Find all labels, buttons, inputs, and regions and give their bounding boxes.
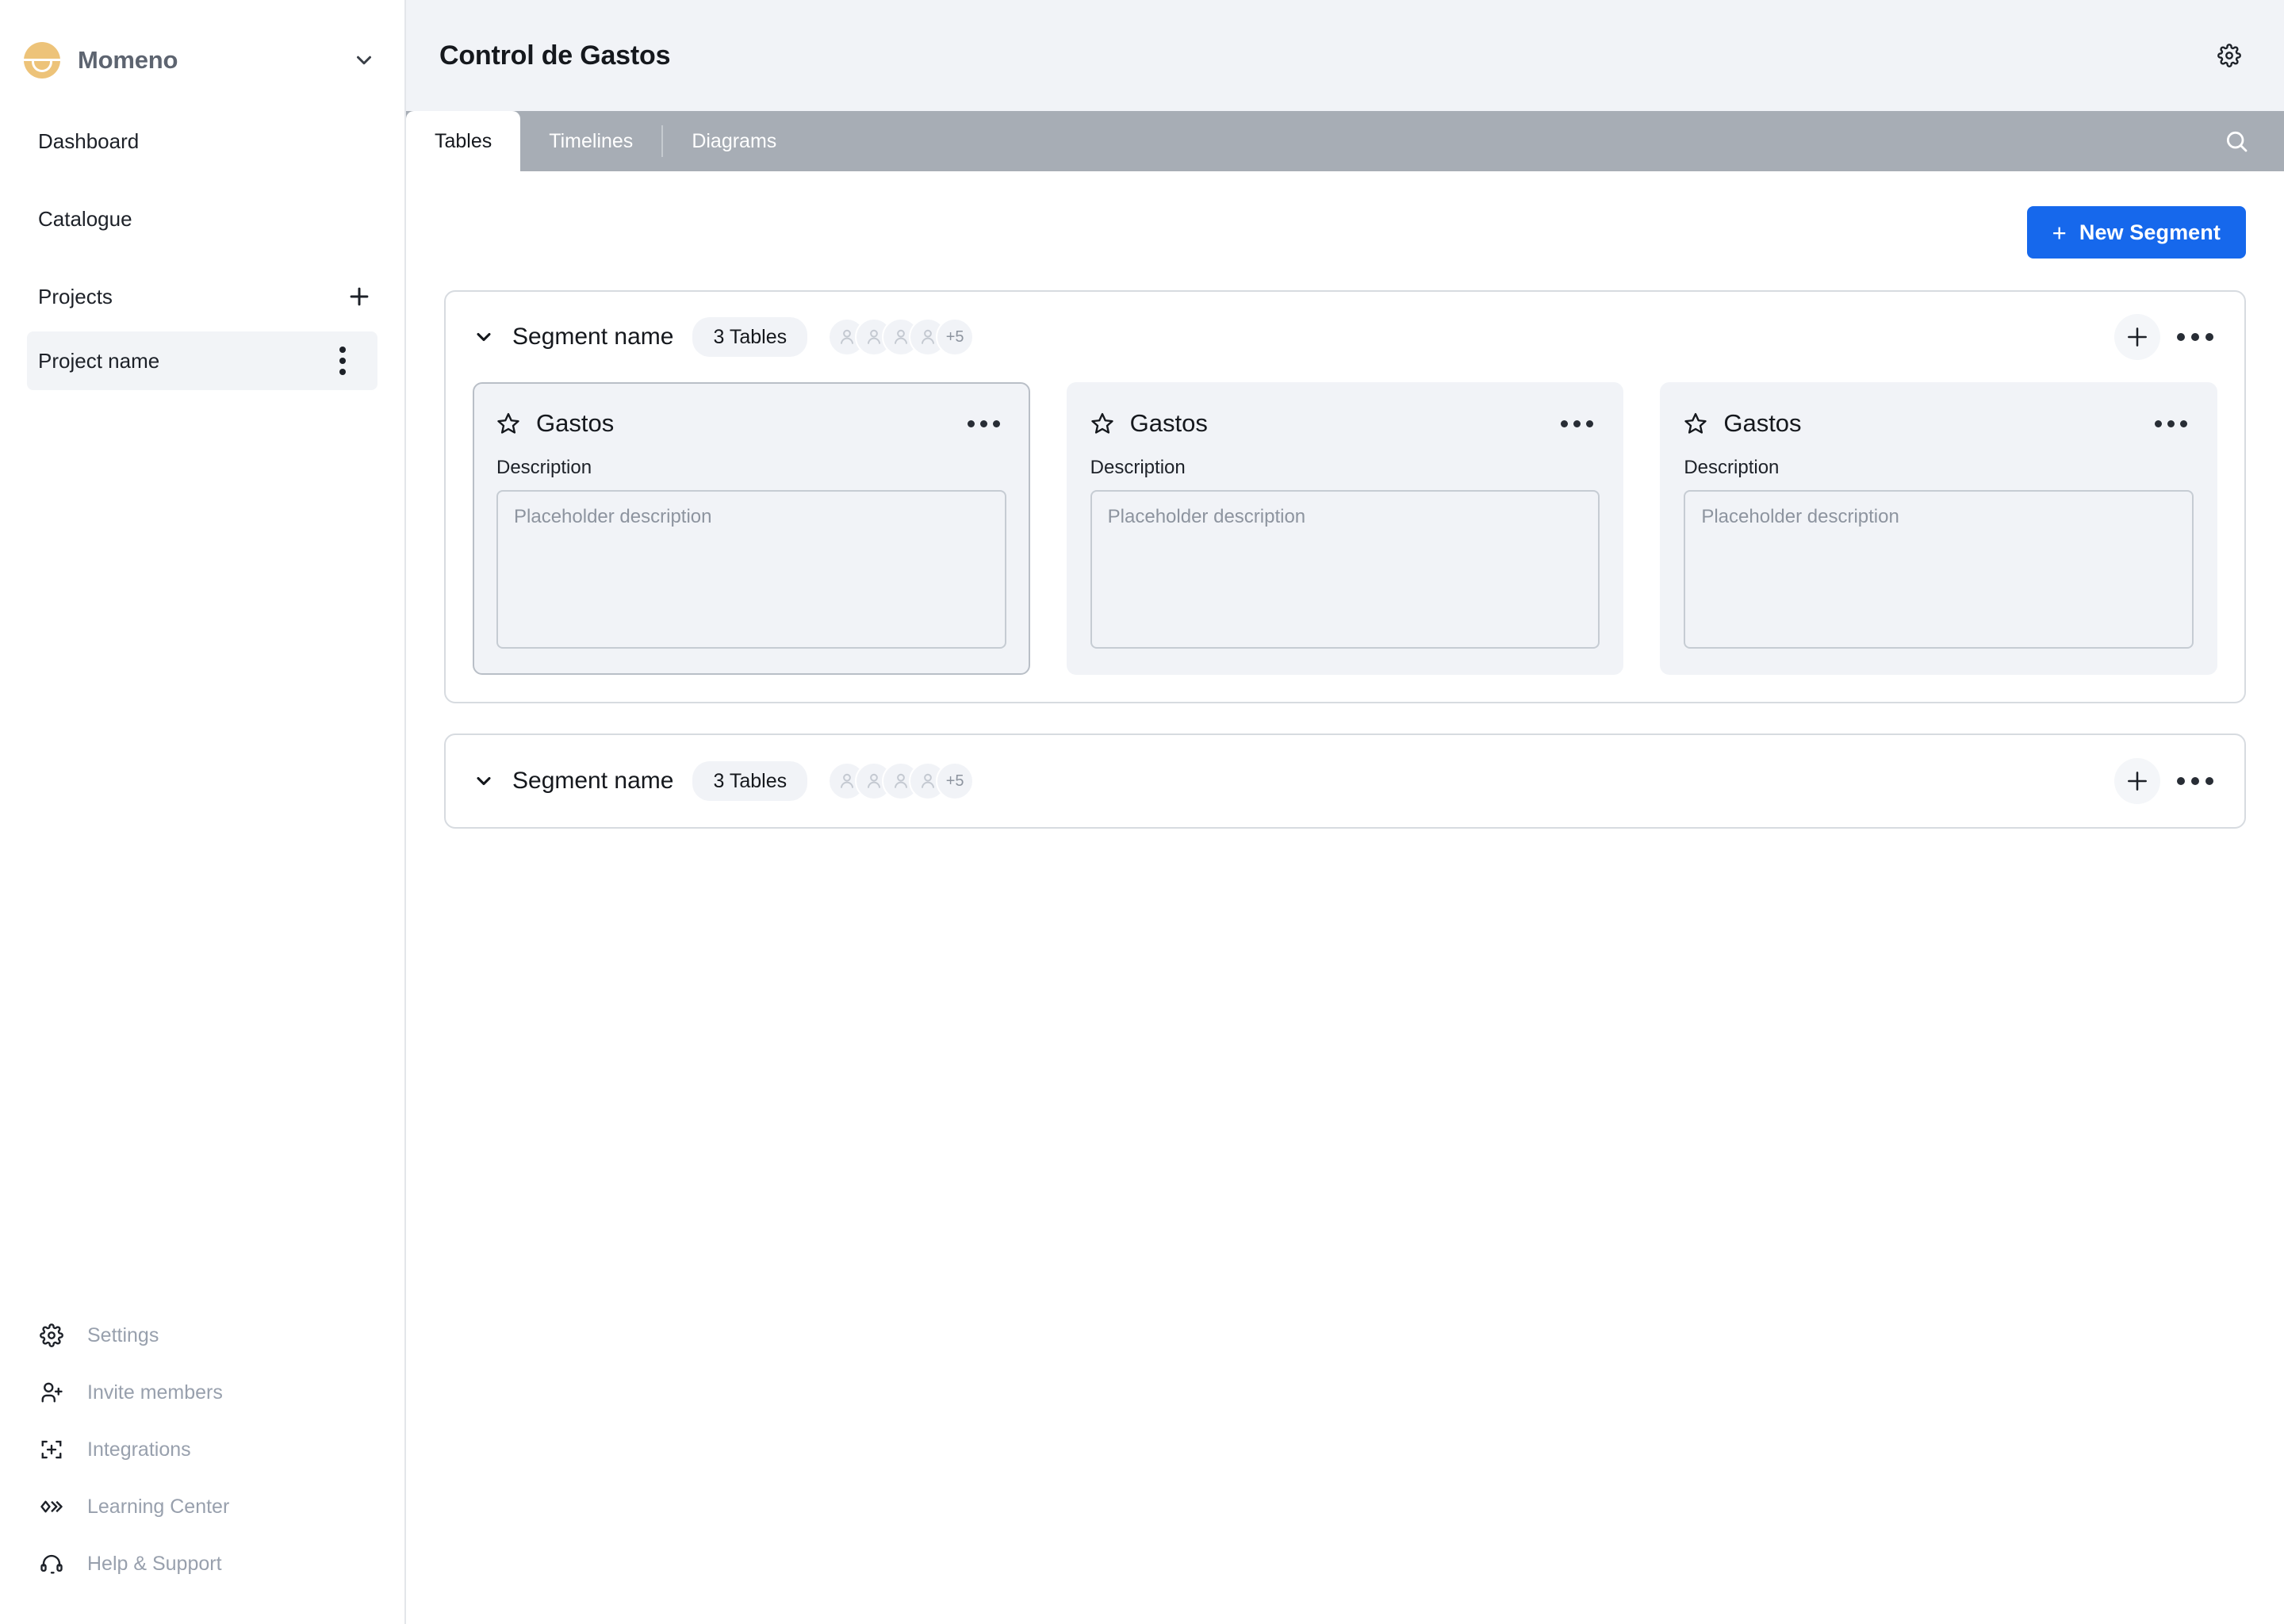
tab-label: Timelines bbox=[549, 129, 634, 152]
segment-card: Segment name 3 Tables bbox=[444, 733, 2246, 829]
avatar-stack: +5 bbox=[828, 318, 975, 356]
headset-icon bbox=[38, 1550, 65, 1577]
sidebar-item-integrations[interactable]: Integrations bbox=[0, 1421, 404, 1478]
avatar-overflow-count: +5 bbox=[936, 318, 975, 356]
sidebar-item-project-name[interactable]: Project name bbox=[27, 331, 377, 390]
description-label: Description bbox=[1090, 457, 1186, 478]
sidebar-item-dashboard[interactable]: Dashboard bbox=[0, 116, 404, 167]
projects-label: Projects bbox=[38, 284, 113, 308]
segment-actions bbox=[2114, 314, 2217, 360]
sidebar-bottom-nav: Settings Invite members Integrations Lea… bbox=[0, 1307, 404, 1624]
table-card[interactable]: Gastos Description bbox=[473, 382, 1030, 675]
main-area: Control de Gastos Tables Timelines Diagr… bbox=[406, 0, 2284, 1624]
plus-icon: + bbox=[2052, 218, 2067, 247]
tab-diagrams[interactable]: Diagrams bbox=[663, 111, 805, 171]
ellipsis-icon[interactable] bbox=[961, 414, 1006, 434]
ellipsis-icon[interactable] bbox=[2148, 414, 2194, 434]
ellipsis-icon[interactable] bbox=[2173, 315, 2217, 359]
gear-icon bbox=[38, 1322, 65, 1349]
puzzle-plus-icon bbox=[38, 1436, 65, 1463]
sidebar-item-learning-center[interactable]: Learning Center bbox=[0, 1478, 404, 1535]
content-toolbar: + New Segment bbox=[444, 171, 2246, 259]
star-outline-icon[interactable] bbox=[1090, 412, 1114, 435]
segment-header: Segment name 3 Tables +5 bbox=[446, 735, 2244, 827]
plus-icon[interactable] bbox=[2114, 314, 2160, 360]
page-title: Control de Gastos bbox=[439, 40, 671, 71]
sidebar-item-catalogue[interactable]: Catalogue bbox=[0, 193, 404, 244]
project-name-label: Project name bbox=[38, 348, 160, 373]
table-card[interactable]: Gastos Description bbox=[1066, 382, 1624, 675]
new-segment-button[interactable]: + New Segment bbox=[2026, 206, 2246, 259]
segment-header: Segment name 3 Tables +5 bbox=[446, 292, 2244, 362]
plus-icon[interactable] bbox=[2114, 758, 2160, 804]
sidebar-item-label: Invite members bbox=[87, 1381, 223, 1404]
sidebar-item-label: Learning Center bbox=[87, 1495, 230, 1518]
chevrons-play-icon bbox=[38, 1493, 65, 1520]
gear-icon[interactable] bbox=[2211, 37, 2248, 74]
segment-tables-badge: 3 Tables bbox=[692, 761, 808, 801]
segment-actions bbox=[2114, 758, 2217, 804]
star-outline-icon[interactable] bbox=[1684, 412, 1707, 435]
chevron-down-icon[interactable] bbox=[473, 326, 495, 348]
sidebar-item-label: Catalogue bbox=[38, 206, 132, 231]
content-area: + New Segment Segment name 3 Tables +5 G… bbox=[406, 171, 2284, 1624]
description-input[interactable] bbox=[496, 490, 1006, 649]
sidebar-item-invite-members[interactable]: Invite members bbox=[0, 1364, 404, 1421]
table-card-header: Gastos bbox=[1090, 403, 1600, 444]
table-card-title: Gastos bbox=[1723, 409, 1802, 437]
projects-section-header: Projects bbox=[0, 271, 404, 322]
person-add-icon bbox=[38, 1379, 65, 1406]
plus-icon[interactable] bbox=[346, 283, 373, 310]
tab-label: Diagrams bbox=[692, 129, 777, 152]
sidebar-item-label: Settings bbox=[87, 1323, 159, 1346]
sidebar-item-settings[interactable]: Settings bbox=[0, 1307, 404, 1364]
ellipsis-icon[interactable] bbox=[1554, 414, 1600, 434]
sidebar: Momeno Dashboard Catalogue Projects Proj… bbox=[0, 0, 406, 1624]
sidebar-item-label: Integrations bbox=[87, 1438, 191, 1461]
segment-tables-badge: 3 Tables bbox=[692, 317, 808, 357]
avatar-overflow-count: +5 bbox=[936, 762, 975, 800]
page-header: Control de Gastos bbox=[406, 0, 2284, 111]
chevron-down-icon[interactable] bbox=[473, 770, 495, 792]
chevron-down-icon[interactable] bbox=[352, 48, 376, 72]
description-label: Description bbox=[496, 457, 592, 478]
sidebar-item-help-support[interactable]: Help & Support bbox=[0, 1535, 404, 1592]
segment-name: Segment name bbox=[512, 324, 674, 350]
workspace-name: Momeno bbox=[78, 46, 178, 74]
kebab-menu-icon[interactable] bbox=[335, 342, 351, 380]
description-input[interactable] bbox=[1684, 490, 2194, 649]
avatar-stack: +5 bbox=[828, 762, 975, 800]
app-root: Momeno Dashboard Catalogue Projects Proj… bbox=[0, 0, 2284, 1624]
segment-name: Segment name bbox=[512, 768, 674, 794]
new-segment-label: New Segment bbox=[2079, 220, 2221, 244]
description-label: Description bbox=[1684, 457, 1780, 478]
table-card-title: Gastos bbox=[536, 409, 615, 437]
workspace-switcher[interactable]: Momeno bbox=[0, 21, 404, 100]
search-icon[interactable] bbox=[2217, 122, 2255, 160]
star-outline-icon[interactable] bbox=[496, 412, 520, 435]
table-card-header: Gastos bbox=[1684, 403, 2194, 444]
segment-card: Segment name 3 Tables bbox=[444, 290, 2246, 703]
sidebar-item-label: Dashboard bbox=[38, 128, 140, 153]
description-input[interactable] bbox=[1090, 490, 1600, 649]
tab-label: Tables bbox=[435, 129, 492, 152]
tab-bar: Tables Timelines Diagrams bbox=[406, 111, 2284, 171]
sidebar-item-label: Help & Support bbox=[87, 1552, 222, 1575]
table-card-header: Gastos bbox=[496, 403, 1006, 444]
table-card-title: Gastos bbox=[1129, 409, 1208, 437]
table-card[interactable]: Gastos Description bbox=[1660, 382, 2218, 675]
smiley-circle-logo-icon bbox=[24, 42, 60, 79]
table-card-list: Gastos Description Gastos bbox=[446, 362, 2244, 702]
tab-timelines[interactable]: Timelines bbox=[520, 111, 661, 171]
ellipsis-icon[interactable] bbox=[2173, 759, 2217, 803]
tab-tables[interactable]: Tables bbox=[406, 111, 521, 171]
